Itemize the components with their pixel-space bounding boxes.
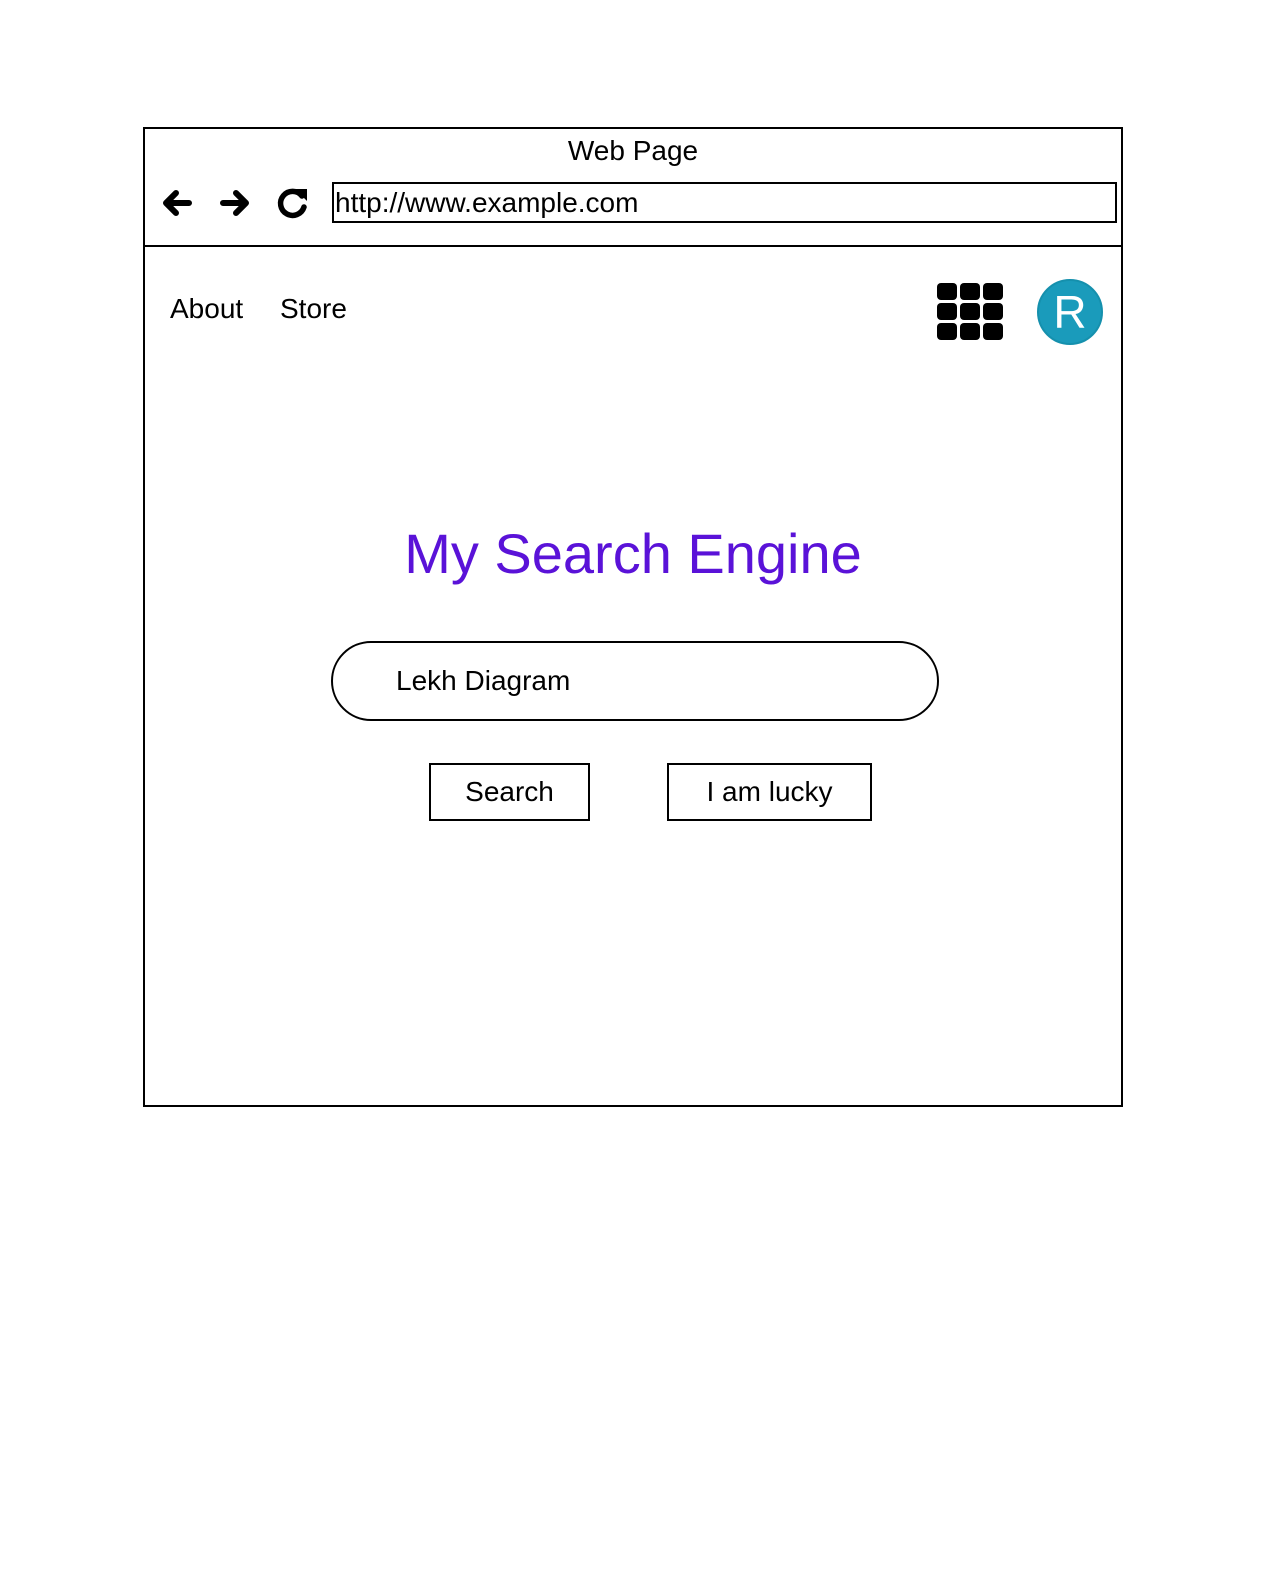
search-button[interactable]: Search — [429, 763, 590, 821]
lucky-button[interactable]: I am lucky — [667, 763, 872, 821]
search-input[interactable]: Lekh Diagram — [331, 641, 939, 721]
arrow-left-icon[interactable] — [157, 183, 197, 223]
nav-link-about[interactable]: About — [170, 293, 243, 325]
nav-link-store[interactable]: Store — [280, 293, 347, 325]
toolbar-divider — [145, 245, 1121, 247]
browser-window: Web Page http://www.example.com About St… — [143, 127, 1123, 1107]
reload-icon[interactable] — [273, 183, 313, 223]
url-field[interactable]: http://www.example.com — [332, 182, 1117, 223]
arrow-right-icon[interactable] — [215, 183, 255, 223]
window-title: Web Page — [567, 135, 699, 166]
avatar[interactable]: R — [1037, 279, 1103, 345]
brand-title: My Search Engine — [404, 522, 862, 585]
grid-icon[interactable] — [937, 283, 1003, 341]
